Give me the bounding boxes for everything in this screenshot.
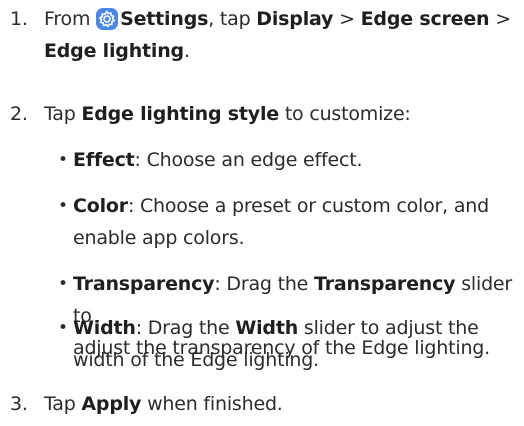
step-text-to-customize: to customize: [284,103,411,125]
width-term: Width [235,317,299,339]
step-text: Tap Apply when finished. [44,388,519,420]
step-text-end: when finished. [147,393,283,415]
chevron-separator: > [339,8,355,30]
instruction-document: 1. From Settings, tap Display > Edge scr… [0,0,524,426]
bullet-dot: • [58,150,68,170]
apply-term: Apply [81,393,142,415]
transparency-term: Transparency [73,273,215,295]
edge-lighting-style-term: Edge lighting style [81,103,279,125]
bullet-text: Effect: Choose an edge effect. [73,144,519,176]
bullet-description-continued: width of the Edge lighting. [73,349,319,371]
step-text-tap: Tap [44,393,76,415]
step-text-period: . [183,40,190,62]
bullet-description: : Choose an edge effect. [134,149,363,171]
bullet-description-continued: enable app colors. [73,227,245,249]
step-number: 1. [10,8,28,30]
chevron-separator: > [495,8,511,30]
color-term: Color [73,195,128,217]
width-term: Width [73,317,136,339]
step-text-tap: Tap [44,103,76,125]
bullet-dot: • [58,274,68,294]
bullet-text: Color: Choose a preset or custom color, … [73,190,519,254]
step-number: 2. [10,103,28,125]
edge-lighting-term: Edge lighting [44,40,184,62]
bullet-dot: • [58,196,68,216]
step-text: From Settings, tap Display > Edge screen… [44,3,519,67]
step-text: Tap Edge lighting style to customize: [44,98,519,130]
settings-term: Settings [120,8,209,30]
bullet-dot: • [58,318,68,338]
display-term: Display [256,8,334,30]
transparency-term: Transparency [314,273,456,295]
edge-screen-term: Edge screen [360,8,490,30]
bullet-description: : Drag the [135,317,230,339]
effect-term: Effect [73,149,135,171]
bullet-text: Width: Drag the Width slider to adjust t… [73,312,519,376]
settings-gear-icon [96,8,119,30]
step-text-tap: , tap [208,8,251,30]
step-text-from: From [44,8,91,30]
bullet-description: slider to adjust the [303,317,479,339]
bullet-description: : Choose a preset or custom color, and [127,195,489,217]
bullet-description: : Drag the [214,273,309,295]
step-number: 3. [10,393,28,415]
